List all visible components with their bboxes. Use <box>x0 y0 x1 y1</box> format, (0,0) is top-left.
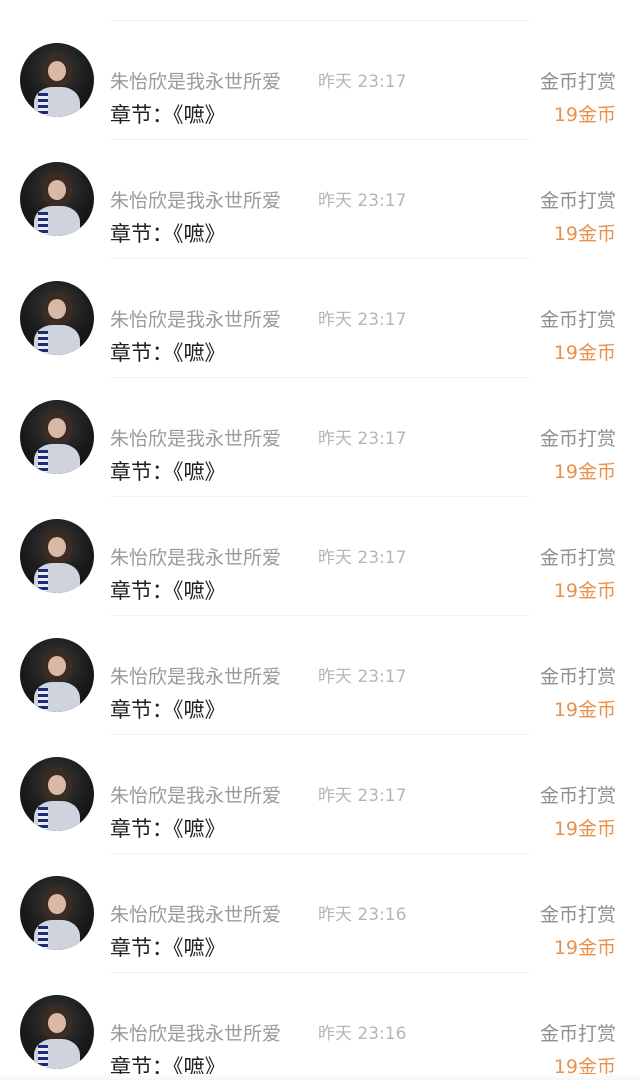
chapter-label: 章节：《嗻》 <box>110 460 226 484</box>
timestamp: 昨天 23:17 <box>318 191 407 211</box>
reward-amount: 19金币 <box>553 818 616 840</box>
row-divider <box>110 139 530 140</box>
reward-amount: 19金币 <box>553 699 616 721</box>
chapter-label: 章节：《嗻》 <box>110 817 226 841</box>
avatar[interactable] <box>20 757 94 831</box>
reward-amount: 19金币 <box>553 223 616 245</box>
avatar[interactable] <box>20 995 94 1069</box>
reward-amount: 19金币 <box>553 580 616 602</box>
reward-type: 金币打赏 <box>539 547 616 569</box>
timestamp: 昨天 23:17 <box>318 72 407 92</box>
reward-type: 金币打赏 <box>539 309 616 331</box>
timestamp: 昨天 23:17 <box>318 786 407 806</box>
chapter-label: 章节：《嗻》 <box>110 341 226 365</box>
chapter-label: 章节：《嗻》 <box>110 222 226 246</box>
reward-type: 金币打赏 <box>539 666 616 688</box>
reward-type: 金币打赏 <box>539 71 616 93</box>
list-item[interactable]: 朱怡欣是我永世所爱 昨天 23:17 章节：《嗻》 金币打赏 19金币 <box>0 258 640 377</box>
list-item[interactable]: 朱怡欣是我永世所爱 昨天 23:17 章节：《嗻》 金币打赏 19金币 <box>0 139 640 258</box>
reward-type: 金币打赏 <box>539 904 616 926</box>
reward-type: 金币打赏 <box>539 1023 616 1045</box>
bottom-edge <box>0 1074 640 1080</box>
avatar[interactable] <box>20 519 94 593</box>
list-item[interactable]: 朱怡欣是我永世所爱 昨天 23:16 章节：《嗻》 金币打赏 19金币 <box>0 853 640 972</box>
list-item[interactable]: 朱怡欣是我永世所爱 昨天 23:17 章节：《嗻》 金币打赏 19金币 <box>0 377 640 496</box>
row-divider <box>110 20 530 21</box>
avatar[interactable] <box>20 162 94 236</box>
row-divider <box>110 734 530 735</box>
row-divider <box>110 853 530 854</box>
username[interactable]: 朱怡欣是我永世所爱 <box>110 784 281 808</box>
reward-amount: 19金币 <box>553 104 616 126</box>
avatar[interactable] <box>20 281 94 355</box>
reward-type: 金币打赏 <box>539 428 616 450</box>
timestamp: 昨天 23:17 <box>318 548 407 568</box>
avatar[interactable] <box>20 638 94 712</box>
reward-type: 金币打赏 <box>539 785 616 807</box>
username[interactable]: 朱怡欣是我永世所爱 <box>110 903 281 927</box>
avatar[interactable] <box>20 43 94 117</box>
row-divider <box>110 258 530 259</box>
chapter-label: 章节：《嗻》 <box>110 936 226 960</box>
chapter-label: 章节：《嗻》 <box>110 579 226 603</box>
row-divider <box>110 972 530 973</box>
timestamp: 昨天 23:17 <box>318 667 407 687</box>
row-divider <box>110 615 530 616</box>
username[interactable]: 朱怡欣是我永世所爱 <box>110 189 281 213</box>
username[interactable]: 朱怡欣是我永世所爱 <box>110 70 281 94</box>
reward-type: 金币打赏 <box>539 190 616 212</box>
username[interactable]: 朱怡欣是我永世所爱 <box>110 1022 281 1046</box>
chapter-label: 章节：《嗻》 <box>110 103 226 127</box>
reward-amount: 19金币 <box>553 342 616 364</box>
username[interactable]: 朱怡欣是我永世所爱 <box>110 308 281 332</box>
row-divider <box>110 496 530 497</box>
list-item[interactable]: 朱怡欣是我永世所爱 昨天 23:17 章节：《嗻》 金币打赏 19金币 <box>0 734 640 853</box>
list-item[interactable]: 朱怡欣是我永世所爱 昨天 23:17 章节：《嗻》 金币打赏 19金币 <box>0 615 640 734</box>
list-item[interactable]: 朱怡欣是我永世所爱 昨天 23:17 章节：《嗻》 金币打赏 19金币 <box>0 20 640 139</box>
timestamp: 昨天 23:16 <box>318 905 407 925</box>
reward-amount: 19金币 <box>553 937 616 959</box>
username[interactable]: 朱怡欣是我永世所爱 <box>110 665 281 689</box>
avatar[interactable] <box>20 876 94 950</box>
list-item[interactable]: 朱怡欣是我永世所爱 昨天 23:17 章节：《嗻》 金币打赏 19金币 <box>0 496 640 615</box>
chapter-label: 章节：《嗻》 <box>110 698 226 722</box>
username[interactable]: 朱怡欣是我永世所爱 <box>110 427 281 451</box>
timestamp: 昨天 23:16 <box>318 1024 407 1044</box>
username[interactable]: 朱怡欣是我永世所爱 <box>110 546 281 570</box>
avatar[interactable] <box>20 400 94 474</box>
reward-amount: 19金币 <box>553 461 616 483</box>
row-divider <box>110 377 530 378</box>
timestamp: 昨天 23:17 <box>318 310 407 330</box>
timestamp: 昨天 23:17 <box>318 429 407 449</box>
